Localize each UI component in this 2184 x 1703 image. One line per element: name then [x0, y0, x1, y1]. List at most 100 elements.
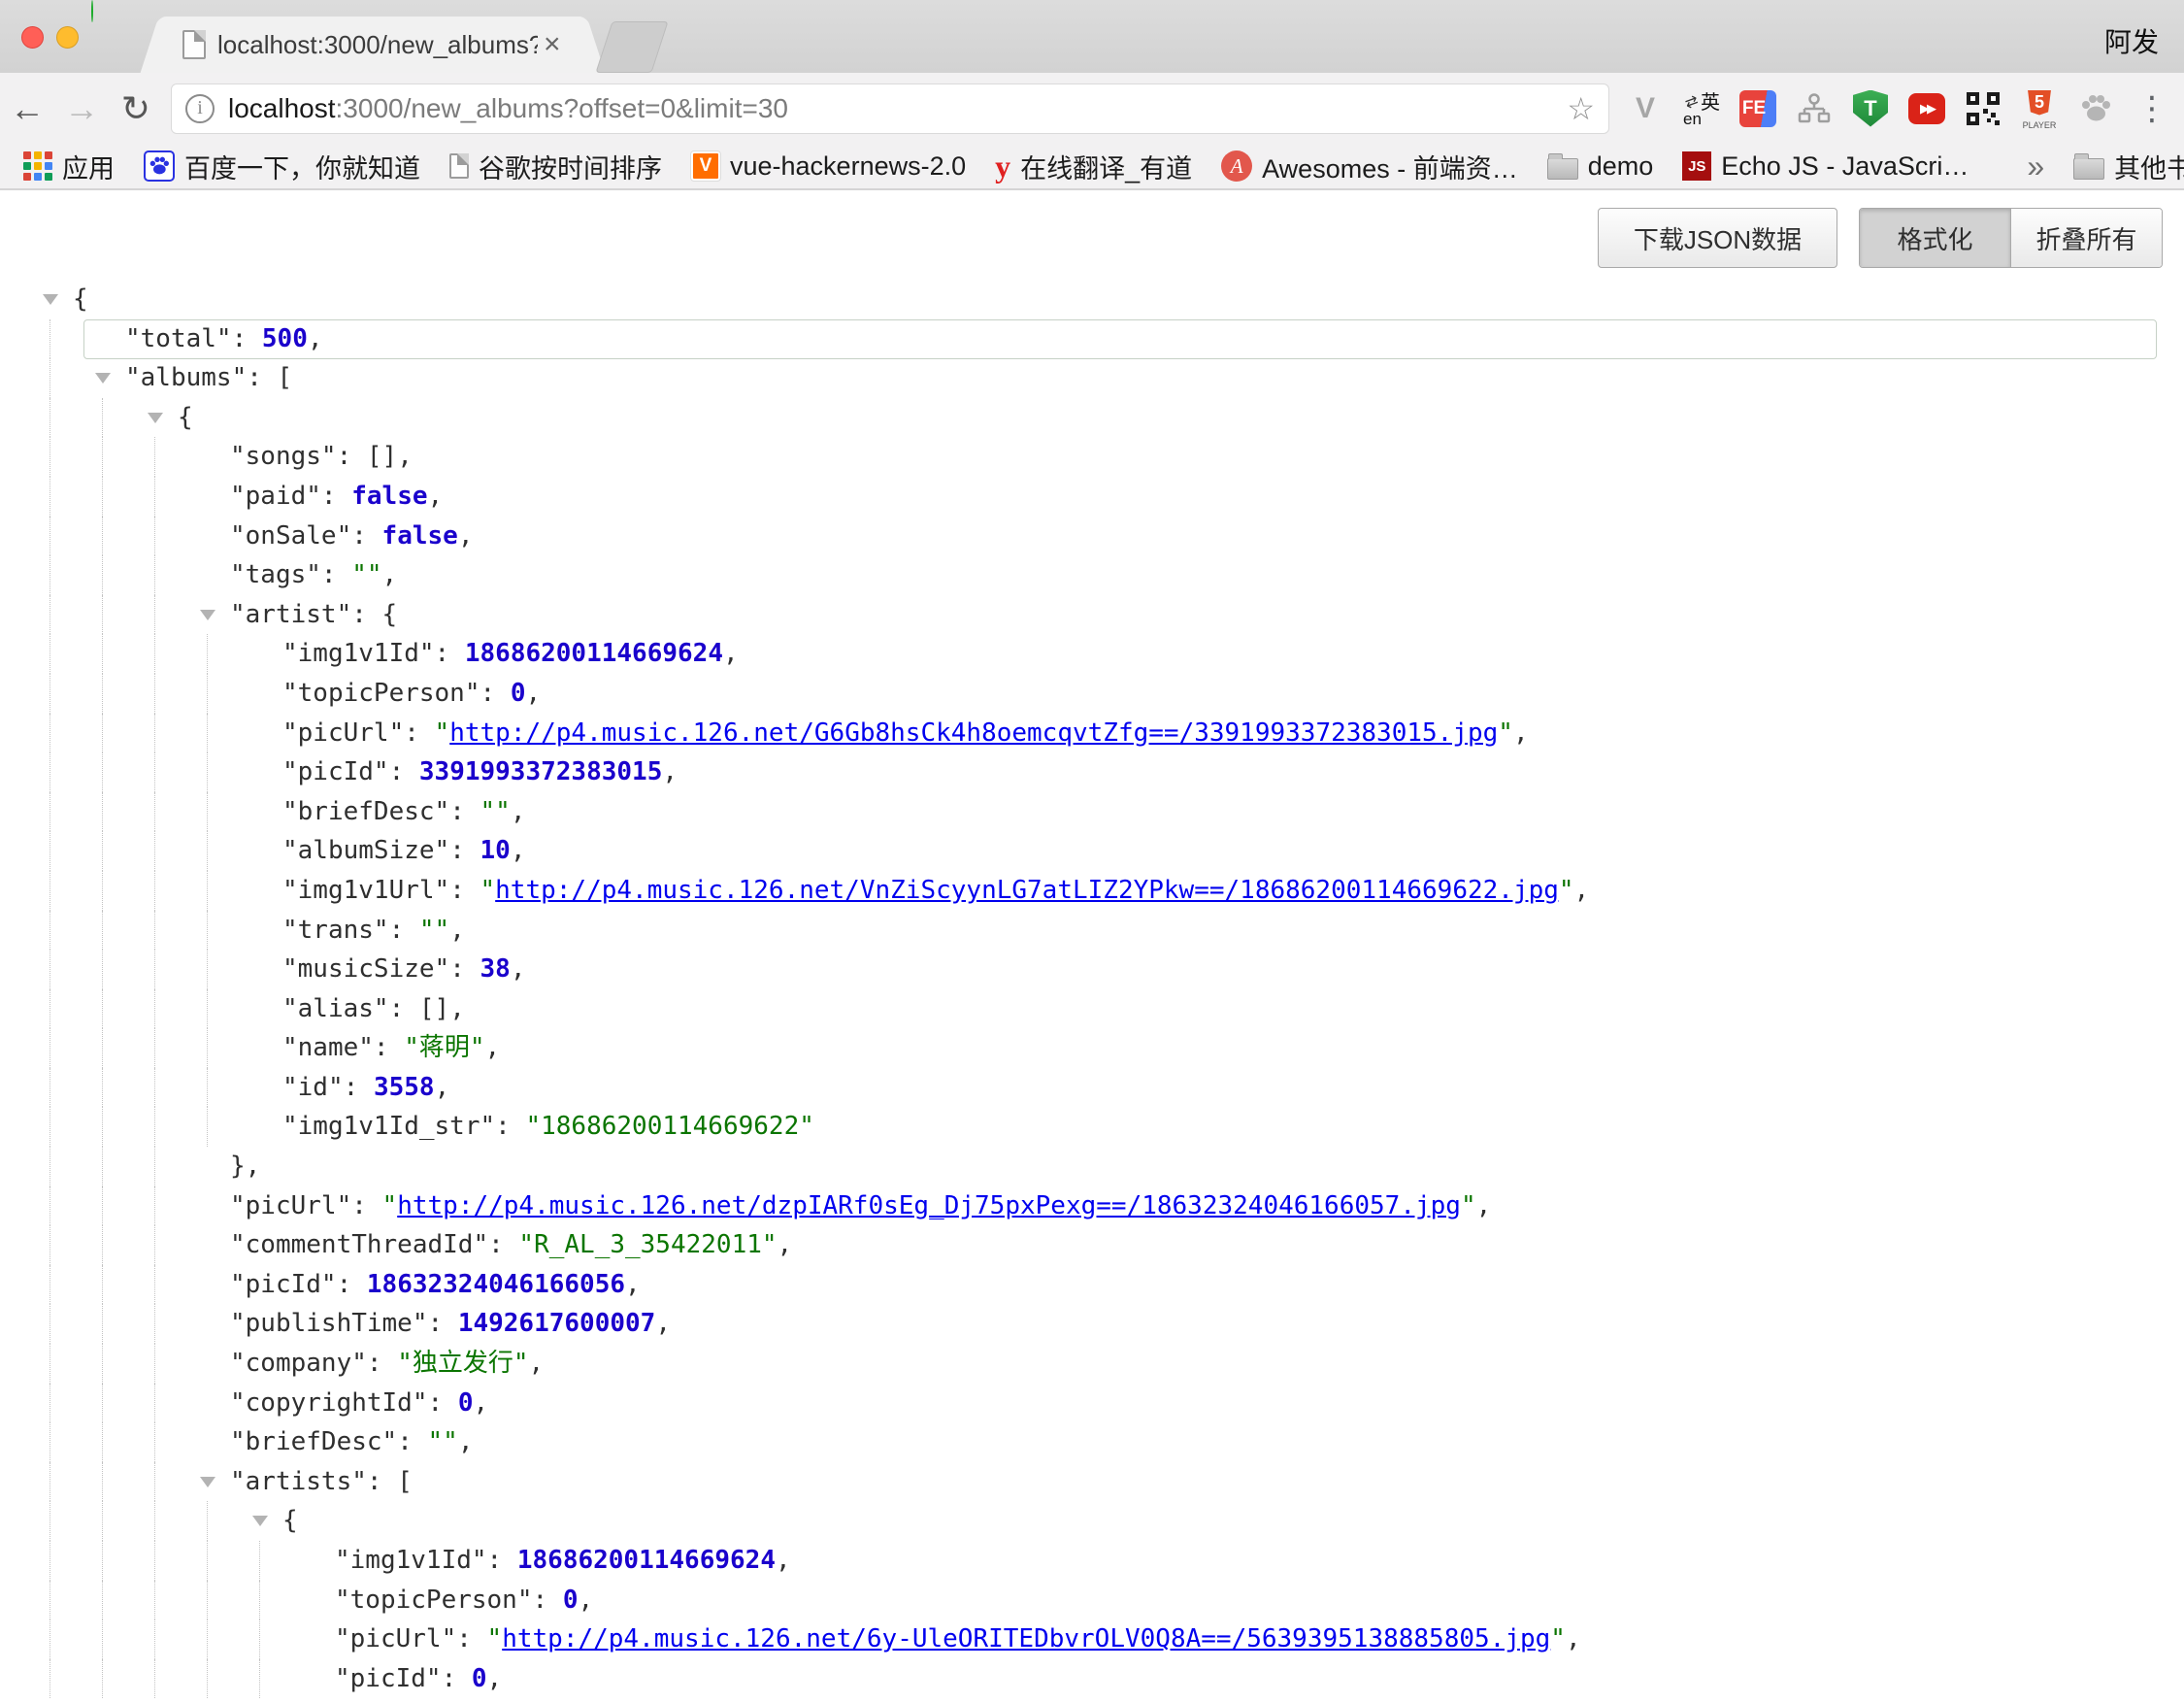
url-text: localhost:3000/new_albums?offset=0&limit… [228, 93, 1559, 124]
bookmark-google-sort[interactable]: 谷歌按时间排序 [449, 148, 662, 185]
json-value-number: 0 [458, 1388, 474, 1418]
download-json-button[interactable]: 下载JSON数据 [1598, 208, 1837, 268]
collapse-triangle-icon[interactable] [252, 1516, 268, 1526]
indent-guide [102, 398, 103, 438]
bookmark-folder-demo[interactable]: demo [1547, 151, 1654, 182]
other-bookmarks-folder[interactable]: 其他书签 [2073, 148, 2184, 185]
indent-guide [102, 1225, 103, 1265]
json-line: "musicSize": 38, [0, 950, 2184, 989]
json-link-url[interactable]: http://p4.music.126.net/G6Gb8hsCk4h8oemc… [449, 718, 1498, 748]
trust-shield-extension-icon[interactable]: T [1852, 90, 1889, 127]
indent-guide [154, 1344, 155, 1384]
indent-guide [207, 950, 208, 989]
bookmark-star-icon[interactable]: ☆ [1567, 90, 1595, 127]
json-key: "albumSize" [282, 836, 449, 865]
indent-guide [102, 989, 103, 1029]
json-link-url[interactable]: http://p4.music.126.net/dzpIARf0sEg_Dj75… [397, 1191, 1461, 1220]
bookmark-echojs[interactable]: JS Echo JS - JavaScri… [1682, 151, 1969, 182]
indent-guide [154, 1068, 155, 1108]
bookmarks-bar: 应用 百度一下，你就知道 谷歌按时间排序 V vue-hackernews-2.… [0, 144, 2184, 190]
zoom-window-button[interactable] [91, 0, 93, 22]
bookmark-apps[interactable]: 应用 [23, 148, 115, 185]
vue-devtools-icon[interactable]: V [1627, 90, 1664, 127]
bookmarks-overflow-chevron[interactable]: » [2027, 149, 2044, 184]
forward-button[interactable]: → [54, 88, 109, 129]
json-key: "company" [230, 1349, 367, 1378]
bookmark-baidu[interactable]: 百度一下，你就知道 [144, 148, 420, 185]
json-line: { [0, 280, 2184, 319]
json-punctuation: }, [230, 1152, 260, 1181]
indent-guide [154, 1304, 155, 1344]
json-line: "id": 3558, [0, 1068, 2184, 1108]
json-line: "img1v1Id": 18686200114669624, [0, 1541, 2184, 1581]
json-value-string: "独立发行" [397, 1349, 528, 1378]
sitemap-extension-icon[interactable] [1796, 90, 1833, 127]
json-key: "albums" [125, 363, 247, 392]
bookmark-youdao-translate[interactable]: y 在线翻译_有道 [995, 148, 1192, 185]
json-key: "img1v1Id" [282, 639, 435, 668]
indent-guide [102, 1304, 103, 1344]
json-key: "commentThreadId" [230, 1230, 488, 1259]
tab-close-icon[interactable]: × [544, 30, 561, 59]
html5-player-extension-icon[interactable]: 5PLAYER [2021, 90, 2058, 127]
browser-tab[interactable]: localhost:3000/new_albums?o × [163, 17, 582, 73]
indent-guide [102, 634, 103, 674]
json-line: "img1v1Id": 18686200114669624, [0, 634, 2184, 674]
collapse-triangle-icon[interactable] [148, 413, 163, 423]
url-host: localhost [228, 93, 336, 123]
site-info-icon[interactable]: i [185, 94, 215, 123]
json-key: "artists" [230, 1467, 367, 1496]
browser-window: localhost:3000/new_albums?o × 阿发 ← → ↻ i… [0, 0, 2184, 1703]
collapse-triangle-icon[interactable] [43, 294, 58, 305]
indent-guide [102, 831, 103, 871]
json-link-url[interactable]: http://p4.music.126.net/VnZiScyynLG7atLI… [495, 876, 1559, 905]
fe-extension-icon[interactable]: FE [1739, 90, 1776, 127]
json-line: }, [0, 1147, 2184, 1186]
json-key: "publishTime" [230, 1309, 428, 1338]
format-button[interactable]: 格式化 [1860, 209, 2010, 267]
indent-guide [207, 871, 208, 911]
youdao-y-icon: y [995, 149, 1010, 184]
tab-title: localhost:3000/new_albums?o [217, 30, 538, 60]
minimize-window-button[interactable] [56, 26, 79, 49]
json-key: "briefDesc" [282, 797, 449, 826]
close-window-button[interactable] [21, 26, 44, 49]
json-line: { [0, 1501, 2184, 1541]
bookmark-vue-hackernews[interactable]: V vue-hackernews-2.0 [691, 151, 966, 182]
json-link-url[interactable]: http://p4.music.126.net/6y-UleORITEDbvrO… [502, 1624, 1550, 1653]
json-key: "picId" [282, 757, 389, 786]
awesomes-a-icon: A [1221, 150, 1252, 182]
folder-icon [2073, 158, 2104, 180]
translate-extension-icon[interactable]: 英⇄en [1683, 90, 1720, 127]
indent-guide [102, 1147, 103, 1186]
json-value-string: "蒋明" [404, 1033, 484, 1062]
collapse-triangle-icon[interactable] [200, 610, 215, 620]
json-line: "albums": [ [0, 358, 2184, 398]
new-tab-button[interactable] [595, 21, 668, 73]
collapse-all-button[interactable]: 折叠所有 [2010, 209, 2162, 267]
bookmark-awesomes[interactable]: A Awesomes - 前端资… [1221, 148, 1518, 185]
qr-code-extension-icon[interactable] [1965, 90, 2002, 127]
back-button[interactable]: ← [0, 88, 54, 129]
indent-guide [154, 1225, 155, 1265]
paw-extension-icon[interactable] [2077, 90, 2114, 127]
address-bar[interactable]: i localhost:3000/new_albums?offset=0&lim… [171, 83, 1609, 134]
indent-guide [154, 989, 155, 1029]
indent-guide [102, 792, 103, 832]
extension-icons: V 英⇄en FE T ▶▶ 5PLAYER ⋮ [1627, 90, 2170, 127]
json-line: "paid": false, [0, 477, 2184, 517]
json-value-number: 0 [511, 679, 526, 708]
reload-button[interactable]: ↻ [109, 88, 163, 129]
collapse-triangle-icon[interactable] [95, 373, 111, 384]
profile-name[interactable]: 阿发 [2104, 21, 2159, 60]
json-value-string: "18686200114669622" [525, 1112, 813, 1141]
json-value-number: 18686200114669624 [517, 1546, 776, 1575]
json-line: "company": "独立发行", [0, 1344, 2184, 1384]
video-fastforward-extension-icon[interactable]: ▶▶ [1908, 90, 1945, 127]
indent-guide [102, 1659, 103, 1699]
browser-menu-icon[interactable]: ⋮ [2134, 90, 2170, 127]
indent-guide [154, 1384, 155, 1423]
indent-guide [102, 1462, 103, 1502]
indent-guide [154, 437, 155, 477]
collapse-triangle-icon[interactable] [200, 1477, 215, 1487]
